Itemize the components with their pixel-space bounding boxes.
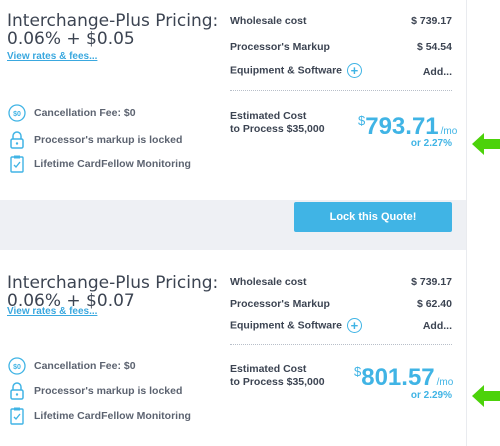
zero-dollar-icon: $0	[8, 104, 26, 122]
estimated-cost-amount: 793.71	[365, 113, 439, 140]
estimated-cost-line1: Estimated Cost	[230, 110, 307, 122]
estimated-monthly-cost: $793.71/mo	[358, 113, 457, 141]
wholesale-cost-label: Wholesale cost	[230, 276, 307, 288]
equipment-software-label: Equipment & Software	[230, 64, 343, 77]
view-rates-link[interactable]: View rates & fees...	[7, 306, 97, 317]
pricing-rate-line: 0.06% + $0.05	[7, 29, 135, 49]
effective-rate: or 2.27%	[410, 138, 452, 149]
estimated-monthly-cost: $801.57/mo	[354, 364, 453, 392]
wholesale-cost-value: $ 739.17	[411, 15, 452, 27]
pricing-title: Interchange-Plus Pricing: 0.06% + $0.05	[7, 12, 218, 48]
padlock-icon	[8, 131, 26, 149]
feature-markup-locked: Processor's markup is locked	[8, 131, 182, 149]
green-arrow-icon	[472, 133, 500, 155]
effective-rate: or 2.29%	[410, 390, 452, 401]
clipboard-check-icon	[8, 155, 26, 173]
processor-markup-value: $ 62.40	[416, 298, 452, 310]
quote-card-2: Interchange-Plus Pricing: 0.06% + $0.07 …	[0, 250, 466, 446]
equipment-software-row[interactable]: Equipment & Software +	[230, 63, 362, 78]
svg-text:$0: $0	[13, 364, 21, 371]
estimated-cost-label: Estimated Cost to Process $35,000	[230, 363, 325, 389]
zero-dollar-icon: $0	[8, 357, 26, 375]
equipment-add-link[interactable]: Add...	[423, 66, 452, 78]
estimated-cost-line2: to Process $35,000	[230, 376, 325, 389]
processor-markup-value: $ 54.54	[416, 41, 452, 53]
estimated-cost-label: Estimated Cost to Process $35,000	[230, 110, 325, 136]
quote-card-1: Interchange-Plus Pricing: 0.06% + $0.05 …	[0, 0, 466, 200]
estimated-cost-line2: to Process $35,000	[230, 123, 325, 136]
equipment-add-link[interactable]: Add...	[423, 320, 452, 332]
per-month-label: /mo	[436, 377, 454, 388]
divider	[230, 90, 452, 91]
padlock-icon	[8, 382, 26, 400]
plus-circle-icon[interactable]: +	[346, 318, 362, 333]
processor-markup-label: Processor's Markup	[230, 298, 330, 310]
estimated-cost-line1: Estimated Cost	[230, 363, 307, 375]
feature-label: Lifetime CardFellow Monitoring	[34, 158, 191, 170]
feature-label: Processor's markup is locked	[34, 385, 183, 397]
pricing-title: Interchange-Plus Pricing: 0.06% + $0.07	[7, 274, 218, 310]
estimated-cost-amount: 801.57	[361, 364, 435, 391]
feature-cancellation: $0 Cancellation Fee: $0	[8, 357, 136, 375]
green-arrow-icon	[472, 385, 500, 407]
processor-markup-label: Processor's Markup	[230, 41, 330, 53]
feature-label: Cancellation Fee: $0	[34, 107, 136, 119]
wholesale-cost-value: $ 739.17	[411, 276, 452, 288]
feature-label: Processor's markup is locked	[34, 134, 183, 146]
feature-label: Cancellation Fee: $0	[34, 360, 136, 372]
equipment-software-label: Equipment & Software	[230, 319, 343, 332]
lock-quote-button[interactable]: Lock this Quote!	[294, 202, 452, 232]
processing-volume: $35,000	[286, 123, 325, 135]
plus-circle-icon[interactable]: +	[346, 63, 362, 78]
right-divider	[466, 0, 467, 446]
view-rates-link[interactable]: View rates & fees...	[7, 51, 97, 62]
divider	[230, 344, 452, 345]
equipment-software-row[interactable]: Equipment & Software +	[230, 318, 362, 333]
pricing-title-line1: Interchange-Plus Pricing:	[7, 273, 219, 293]
wholesale-cost-label: Wholesale cost	[230, 15, 307, 27]
to-process-label: to Process	[230, 123, 287, 135]
feature-markup-locked: Processor's markup is locked	[8, 382, 182, 400]
processing-volume: $35,000	[286, 376, 325, 388]
to-process-label: to Process	[230, 376, 287, 388]
feature-monitoring: Lifetime CardFellow Monitoring	[8, 407, 191, 425]
feature-label: Lifetime CardFellow Monitoring	[34, 410, 191, 422]
feature-monitoring: Lifetime CardFellow Monitoring	[8, 155, 191, 173]
clipboard-check-icon	[8, 407, 26, 425]
feature-cancellation: $0 Cancellation Fee: $0	[8, 104, 136, 122]
per-month-label: /mo	[440, 126, 458, 137]
svg-text:$0: $0	[13, 111, 21, 118]
pricing-title-line1: Interchange-Plus Pricing:	[7, 11, 219, 31]
